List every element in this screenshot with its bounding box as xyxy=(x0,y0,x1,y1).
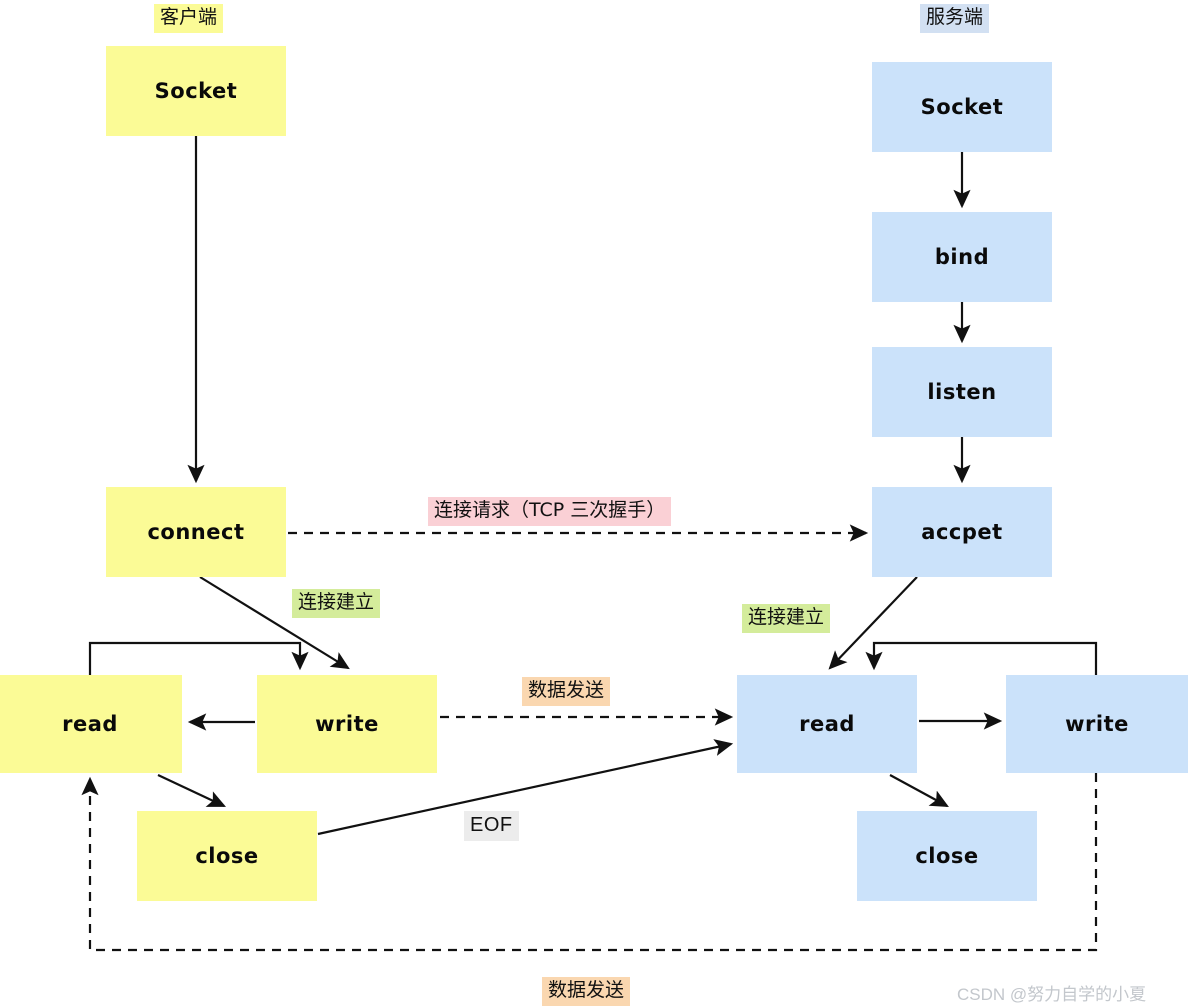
node-server-bind[interactable]: bind xyxy=(872,212,1052,302)
label-connection-established-server: 连接建立 xyxy=(742,604,831,633)
label-client-header: 客户端 xyxy=(154,4,224,33)
node-label: listen xyxy=(927,380,997,404)
edge-client-read-loop-to-write xyxy=(88,641,309,675)
node-label: read xyxy=(62,712,118,736)
node-label: Socket xyxy=(920,95,1004,119)
watermark: CSDN @努力自学的小夏 xyxy=(957,985,1147,1004)
label-handshake: 连接请求（TCP 三次握手） xyxy=(428,497,672,526)
node-label: bind xyxy=(934,245,990,269)
diagram-canvas: accpet (dashed, handshake) --> server re… xyxy=(0,0,1188,1007)
node-server-socket[interactable]: Socket xyxy=(872,62,1052,152)
node-label: write xyxy=(1065,712,1129,736)
label-data-send-bottom: 数据发送 xyxy=(542,977,631,1006)
node-client-read[interactable]: read xyxy=(0,675,182,773)
node-label: accpet xyxy=(921,520,1003,544)
node-label: connect xyxy=(147,520,245,544)
edge-client-read-to-close xyxy=(157,774,226,807)
node-server-listen[interactable]: listen xyxy=(872,347,1052,437)
label-connection-established-client: 连接建立 xyxy=(292,589,381,618)
node-label: close xyxy=(195,844,259,868)
label-eof: EOF xyxy=(464,811,519,841)
label-data-send-middle: 数据发送 xyxy=(522,677,611,706)
edge-server-read-to-close xyxy=(889,774,949,808)
edge-server-write-loop-to-read xyxy=(865,641,1098,675)
node-client-write[interactable]: write xyxy=(257,675,437,773)
node-label: write xyxy=(315,712,379,736)
edge-accept-to-server-read xyxy=(828,576,918,670)
node-client-close[interactable]: close xyxy=(137,811,317,901)
node-server-read[interactable]: read xyxy=(737,675,917,773)
node-server-accept[interactable]: accpet xyxy=(872,487,1052,577)
node-label: close xyxy=(915,844,979,868)
node-label: read xyxy=(799,712,855,736)
node-client-connect[interactable]: connect xyxy=(106,487,286,577)
node-server-close[interactable]: close xyxy=(857,811,1037,901)
node-server-write[interactable]: write xyxy=(1006,675,1188,773)
node-client-socket[interactable]: Socket xyxy=(106,46,286,136)
node-label: Socket xyxy=(154,79,238,103)
label-server-header: 服务端 xyxy=(920,4,990,33)
